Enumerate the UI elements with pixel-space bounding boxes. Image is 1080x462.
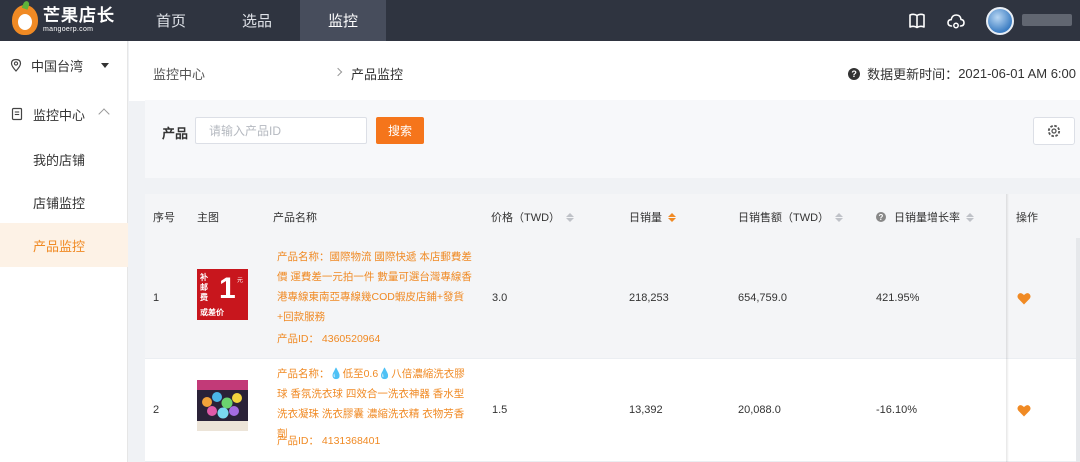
product-name-link[interactable]: 产品名称：國際物流 國際快遞 本店郵費差價 運費差一元拍一件 數量可選台灣專線香… bbox=[277, 247, 472, 327]
data-update-info: ? 数据更新时间： 2021-06-01 AM 6:00 bbox=[848, 64, 1076, 83]
caret-down-icon bbox=[101, 62, 109, 68]
nav-monitor[interactable]: 监控 bbox=[300, 0, 386, 41]
sort-icon[interactable] bbox=[566, 212, 575, 222]
avatar[interactable] bbox=[986, 7, 1014, 35]
sort-icon-active[interactable] bbox=[668, 212, 676, 222]
column-settings-button[interactable] bbox=[1033, 117, 1075, 145]
nav-product-selection[interactable]: 选品 bbox=[214, 0, 300, 41]
sort-icon[interactable] bbox=[966, 212, 974, 222]
question-icon[interactable]: ? bbox=[848, 67, 861, 80]
growth-value: -16.10% bbox=[876, 404, 917, 416]
breadcrumb-bar: 监控中心 产品监控 ? 数据更新时间： 2021-06-01 AM 6:00 bbox=[129, 41, 1080, 101]
search-panel: 产品 搜索 bbox=[145, 100, 1080, 178]
product-id[interactable]: 产品ID： 4131368401 bbox=[277, 433, 380, 448]
update-label: 数据更新时间： bbox=[867, 67, 959, 82]
daily-revenue-value: 654,759.0 bbox=[738, 292, 787, 304]
favorite-heart-icon[interactable] bbox=[1017, 292, 1031, 305]
sidebar-item-my-stores[interactable]: 我的店铺 bbox=[0, 137, 128, 181]
breadcrumb-parent[interactable]: 监控中心 bbox=[153, 64, 205, 83]
product-image bbox=[197, 380, 248, 431]
nav-home[interactable]: 首页 bbox=[128, 0, 214, 41]
col-daily-revenue[interactable]: 日销售额（TWD） bbox=[738, 209, 844, 225]
cloud-icon[interactable] bbox=[946, 11, 966, 31]
col-daily-sales[interactable]: 日销量 bbox=[629, 209, 676, 225]
table-header: 序号 主图 产品名称 价格（TWD） 日销量 日销售额（TWD） ? 日销量增长… bbox=[145, 194, 1080, 237]
sidebar-item-product-monitor[interactable]: 产品监控 bbox=[0, 223, 128, 267]
col-growth-rate[interactable]: ? 日销量增长率 bbox=[876, 209, 974, 225]
col-actions: 操作 bbox=[1016, 212, 1038, 224]
daily-sales-value: 13,392 bbox=[629, 404, 663, 416]
price-value: 3.0 bbox=[492, 292, 508, 304]
product-id-input[interactable] bbox=[195, 117, 367, 144]
location-pin-icon bbox=[10, 58, 22, 72]
price-value: 1.5 bbox=[492, 404, 508, 416]
sidebar: 中国台湾 监控中心 我的店铺 店铺监控 产品监控 bbox=[0, 41, 128, 462]
product-table: 序号 主图 产品名称 价格（TWD） 日销量 日销售额（TWD） ? 日销量增长… bbox=[145, 194, 1080, 462]
product-name-link[interactable]: 产品名称：💧低至0.6💧八倍濃縮洗衣膠球 香氛洗衣球 四效合一洗衣神器 香水型洗… bbox=[277, 364, 472, 444]
sidebar-item-store-monitor[interactable]: 店铺监控 bbox=[0, 180, 128, 224]
search-label: 产品 bbox=[162, 126, 189, 141]
row-index: 2 bbox=[153, 404, 160, 416]
product-thumbnail[interactable] bbox=[197, 380, 248, 431]
region-label: 中国台湾 bbox=[31, 58, 84, 74]
sidebar-group-monitor-center[interactable]: 监控中心 bbox=[0, 92, 128, 136]
breadcrumb-current: 产品监控 bbox=[351, 67, 404, 82]
update-time: 2021-06-01 AM 6:00 bbox=[958, 66, 1076, 81]
sidebar-group-label: 监控中心 bbox=[33, 107, 86, 123]
sidebar-item-label: 店铺监控 bbox=[33, 195, 86, 211]
search-button[interactable]: 搜索 bbox=[376, 117, 424, 144]
col-product-name: 产品名称 bbox=[273, 212, 317, 224]
region-selector[interactable]: 中国台湾 bbox=[0, 43, 128, 87]
username-redacted[interactable] bbox=[1022, 14, 1072, 26]
settings-icon bbox=[1047, 124, 1061, 138]
book-icon[interactable] bbox=[907, 11, 927, 31]
growth-value: 421.95% bbox=[876, 292, 920, 304]
table-row: 1 补邮费 1 元 或差价 产品名称：國際物流 國際快遞 本店郵費差價 運費差一… bbox=[145, 237, 1080, 359]
favorite-heart-icon[interactable] bbox=[1017, 404, 1031, 417]
col-price[interactable]: 价格（TWD） bbox=[491, 209, 575, 225]
daily-revenue-value: 20,088.0 bbox=[738, 404, 781, 416]
logo-domain: mangoerp.com bbox=[43, 26, 94, 33]
question-icon[interactable]: ? bbox=[876, 212, 886, 222]
row-index: 1 bbox=[153, 292, 160, 304]
chevron-right-icon bbox=[333, 67, 343, 77]
mango-logo-icon bbox=[12, 5, 38, 35]
scrollbar[interactable] bbox=[1076, 238, 1080, 462]
logo-name: 芒果店长 bbox=[43, 6, 115, 25]
product-thumbnail[interactable]: 补邮费 1 元 或差价 bbox=[197, 269, 248, 320]
daily-sales-value: 218,253 bbox=[629, 292, 669, 304]
sort-icon[interactable] bbox=[835, 212, 844, 222]
chevron-up-icon bbox=[98, 108, 110, 120]
document-icon bbox=[11, 107, 23, 121]
sidebar-item-label: 我的店铺 bbox=[33, 152, 86, 168]
top-navigation-bar: 芒果店长 mangoerp.com 首页 选品 监控 bbox=[0, 0, 1080, 41]
table-row: 2 产品名称：💧低至0.6💧八倍濃縮洗衣膠球 香氛洗衣球 四效合一洗衣神器 香水… bbox=[145, 359, 1080, 462]
col-index: 序号 bbox=[153, 212, 175, 224]
fixed-column-shadow bbox=[1006, 194, 1009, 462]
logo[interactable]: 芒果店长 mangoerp.com bbox=[12, 3, 115, 37]
col-image: 主图 bbox=[197, 212, 219, 224]
product-id[interactable]: 产品ID： 4360520964 bbox=[277, 331, 380, 346]
sidebar-item-label: 产品监控 bbox=[33, 238, 86, 254]
